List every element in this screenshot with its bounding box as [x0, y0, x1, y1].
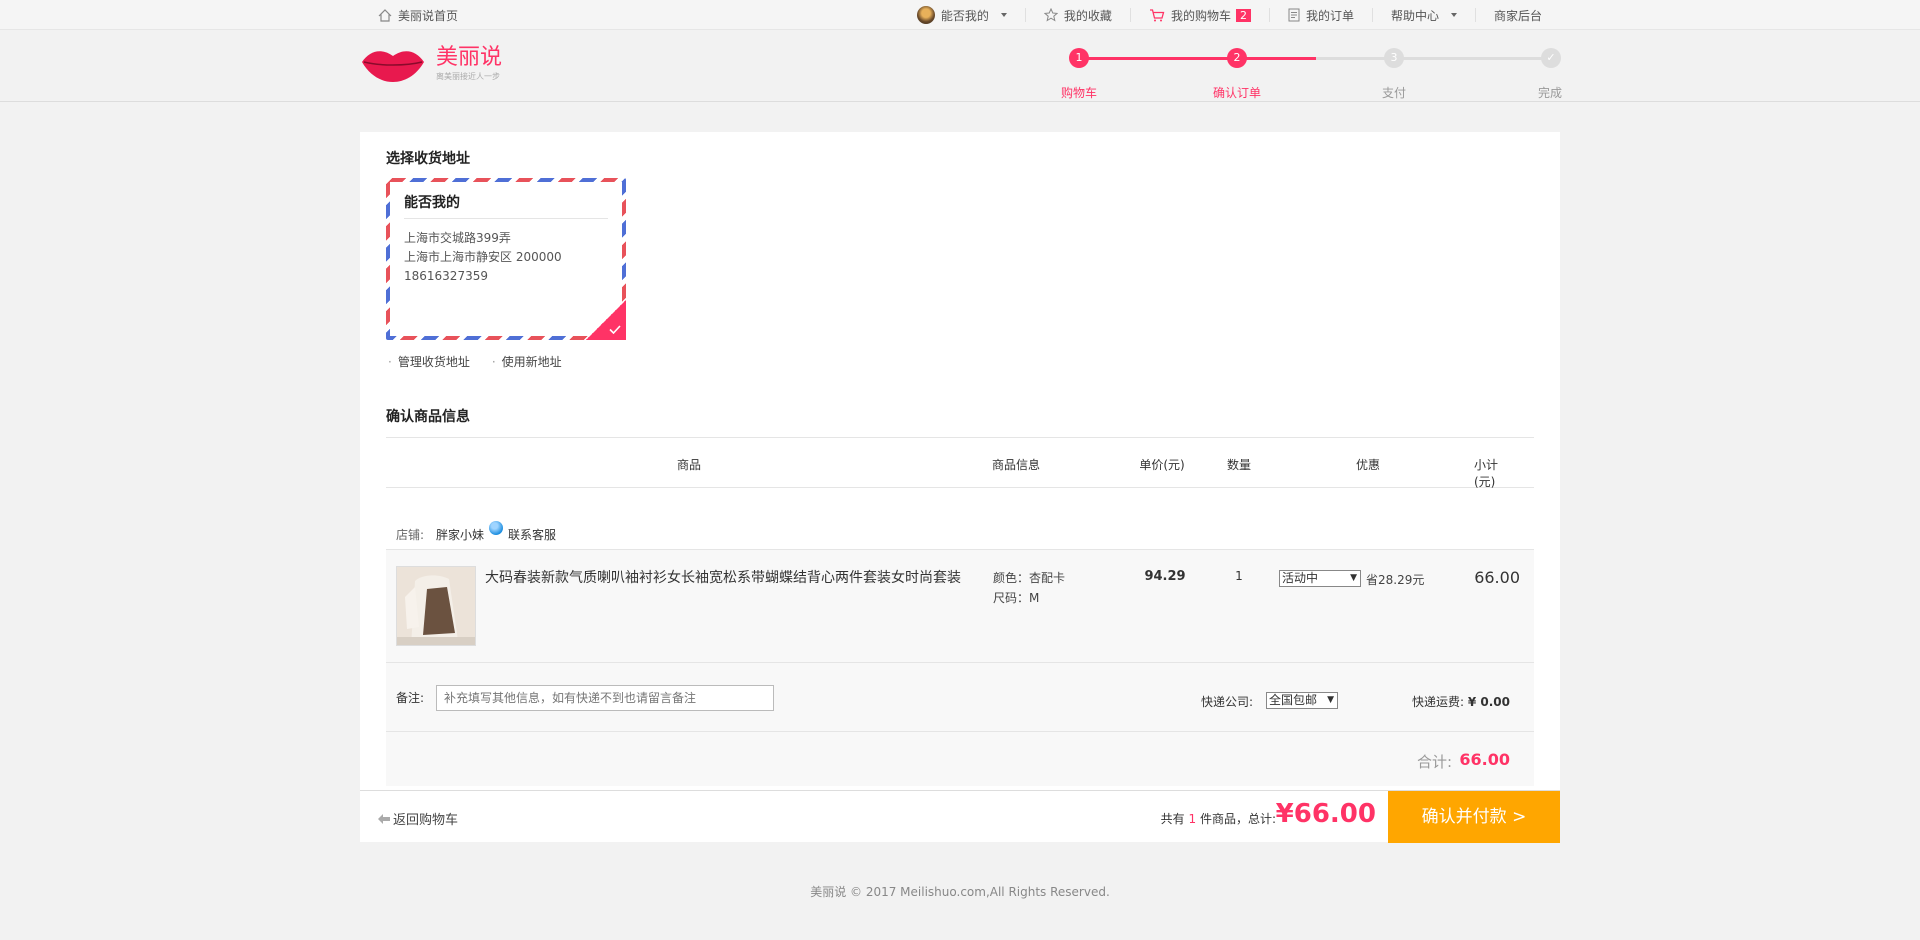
col-subtotal: 小计(元): [1474, 458, 1499, 489]
ship-company-label: 快递公司:: [1201, 695, 1254, 709]
chevron-down-icon: [1450, 13, 1457, 17]
ship-company-select[interactable]: 全国包邮: [1266, 692, 1338, 709]
star-icon: [1043, 8, 1058, 22]
table-header: 商品 商品信息 单价(元) 数量 优惠 小计(元): [386, 437, 1534, 489]
back-to-cart-link[interactable]: 返回购物车: [378, 809, 458, 828]
user-menu[interactable]: 能否我的: [899, 6, 1025, 24]
goods-table: 商品 商品信息 单价(元) 数量 优惠 小计(元) 店铺: 胖家小妹 联系客服: [386, 437, 1534, 786]
shop-name[interactable]: 胖家小妹: [436, 526, 484, 543]
col-info: 商品信息: [991, 458, 1041, 472]
step-4-check-icon: ✓: [1541, 48, 1561, 68]
avatar: [916, 6, 935, 24]
shop-row: 店铺: 胖家小妹 联系客服: [386, 488, 1534, 550]
note-row: 备注: 快递公司: 全国包邮 快递运费: ¥ 0.00: [386, 663, 1534, 732]
orders-label: 我的订单: [1305, 8, 1354, 23]
user-name: 能否我的: [940, 8, 989, 23]
grand-total: ¥66.00: [1275, 799, 1376, 829]
orders-link[interactable]: 我的订单: [1268, 8, 1372, 23]
step-2-dot: 2: [1227, 48, 1247, 68]
selected-corner: [586, 300, 626, 340]
chevron-down-icon: [1000, 13, 1007, 17]
step-line-done: [1079, 57, 1316, 60]
count-prefix: 共有: [1160, 812, 1185, 826]
ship-fee-label: 快递运费:: [1411, 695, 1465, 709]
address-section-title: 选择收货地址: [386, 151, 470, 167]
document-icon: [1288, 8, 1300, 22]
top-bar: 美丽说首页 能否我的 我的收藏 我的购物车 2 我的订单 帮助中心 商家后台: [0, 0, 1920, 30]
help-label: 帮助中心: [1390, 8, 1439, 23]
cart-count-badge: 2: [1235, 8, 1251, 22]
promotion-savings: 省28.29元: [1366, 573, 1425, 587]
promotion-value: 活动中: [1282, 571, 1319, 585]
cart-label: 我的购物车: [1170, 8, 1231, 23]
goods-section-title: 确认商品信息: [386, 409, 470, 425]
count-suffix: 件商品，总计:: [1199, 812, 1276, 826]
item-subtotal: 66.00: [1474, 568, 1520, 587]
logo-title: 美丽说: [436, 45, 503, 70]
ship-company-value: 全国包邮: [1269, 693, 1318, 707]
item-count: 1: [1188, 812, 1197, 826]
home-icon: [378, 8, 392, 22]
unit-price: 94.29: [1144, 569, 1186, 584]
total-row: 合计: 66.00: [386, 732, 1534, 786]
back-to-cart-label: 返回购物车: [393, 813, 459, 828]
merchant-link[interactable]: 商家后台: [1474, 8, 1560, 23]
logo-subtitle: 离美丽接近人一步: [436, 72, 500, 81]
favorites-link[interactable]: 我的收藏: [1024, 8, 1130, 23]
contact-service-link[interactable]: 联系客服: [508, 526, 556, 543]
step-1-label: 购物车: [1060, 86, 1098, 100]
favorites-label: 我的收藏: [1063, 8, 1112, 23]
address-line-2: 上海市上海市静安区 200000: [404, 250, 562, 264]
note-input[interactable]: [436, 685, 774, 711]
help-menu[interactable]: 帮助中心: [1371, 8, 1475, 23]
cart-icon: [1149, 8, 1165, 21]
header: 美丽说 离美丽接近人一步 1 2 3 ✓ 购物车 确认订单 支付 完成: [0, 30, 1920, 102]
promotion-select[interactable]: 活动中: [1279, 570, 1361, 587]
cart-link[interactable]: 我的购物车 2: [1129, 8, 1269, 23]
footer-copyright: 美丽说 © 2017 Meilishuo.com,All Rights Rese…: [810, 885, 1110, 899]
home-link-label: 美丽说首页: [398, 8, 459, 23]
check-icon: [609, 325, 621, 334]
home-link[interactable]: 美丽说首页: [378, 0, 458, 30]
step-3-label: 支付: [1381, 86, 1407, 100]
ship-fee: 快递运费: ¥ 0.00: [1412, 693, 1510, 710]
logo[interactable]: 美丽说 离美丽接近人一步: [360, 44, 502, 84]
table-row: 大码春装新款气质喇叭袖衬衫女长袖宽松系带蝴蝶结背心两件套装女时尚套装 颜色：杏配…: [386, 550, 1534, 663]
address-card[interactable]: 能否我的 上海市交城路399弄 上海市上海市静安区 200000 1861632…: [386, 178, 626, 340]
col-qty: 数量: [1226, 458, 1252, 472]
col-price: 单价(元): [1139, 458, 1185, 472]
note-label: 备注:: [396, 691, 425, 705]
step-3-dot: 3: [1384, 48, 1404, 68]
new-address-link[interactable]: 使用新地址: [492, 353, 562, 370]
step-4-label: 完成: [1537, 86, 1563, 100]
quantity: 1: [1235, 569, 1243, 583]
col-product: 商品: [676, 458, 702, 472]
address-phone: 18616327359: [404, 269, 488, 283]
shop-label: 店铺:: [396, 528, 425, 542]
step-line-todo: [1316, 57, 1550, 60]
product-color: 颜色：杏配卡: [993, 571, 1066, 585]
product-size: 尺码：M: [993, 591, 1040, 605]
address-name: 能否我的: [404, 192, 608, 219]
arrow-left-icon: [378, 813, 390, 824]
step-1-dot: 1: [1069, 48, 1089, 68]
item-count-text: 共有 1 件商品，总计:: [1161, 810, 1276, 827]
address-line-1: 上海市交城路399弄: [404, 231, 511, 245]
manage-address-link[interactable]: 管理收货地址: [388, 353, 470, 370]
lips-logo-icon: [362, 51, 424, 82]
total-label: 合计:: [1416, 753, 1452, 771]
chat-icon[interactable]: [489, 521, 503, 535]
product-thumbnail[interactable]: [396, 566, 476, 646]
total-value: 66.00: [1459, 750, 1510, 769]
col-discount: 优惠: [1355, 458, 1381, 472]
ship-fee-value: ¥ 0.00: [1467, 695, 1510, 709]
checkout-panel: 选择收货地址 能否我的 上海市交城路399弄 上海市上海市静安区 200000 …: [360, 132, 1560, 843]
step-2-label: 确认订单: [1212, 86, 1262, 100]
checkout-steps: 1 2 3 ✓ 购物车 确认订单 支付 完成: [1060, 46, 1562, 100]
merchant-label: 商家后台: [1493, 8, 1542, 23]
product-title[interactable]: 大码春装新款气质喇叭袖衬衫女长袖宽松系带蝴蝶结背心两件套装女时尚套装: [485, 567, 961, 587]
checkout-bar: 返回购物车 共有 1 件商品，总计: ¥66.00 确认并付款 >: [360, 790, 1560, 843]
confirm-pay-button[interactable]: 确认并付款 >: [1388, 791, 1560, 843]
